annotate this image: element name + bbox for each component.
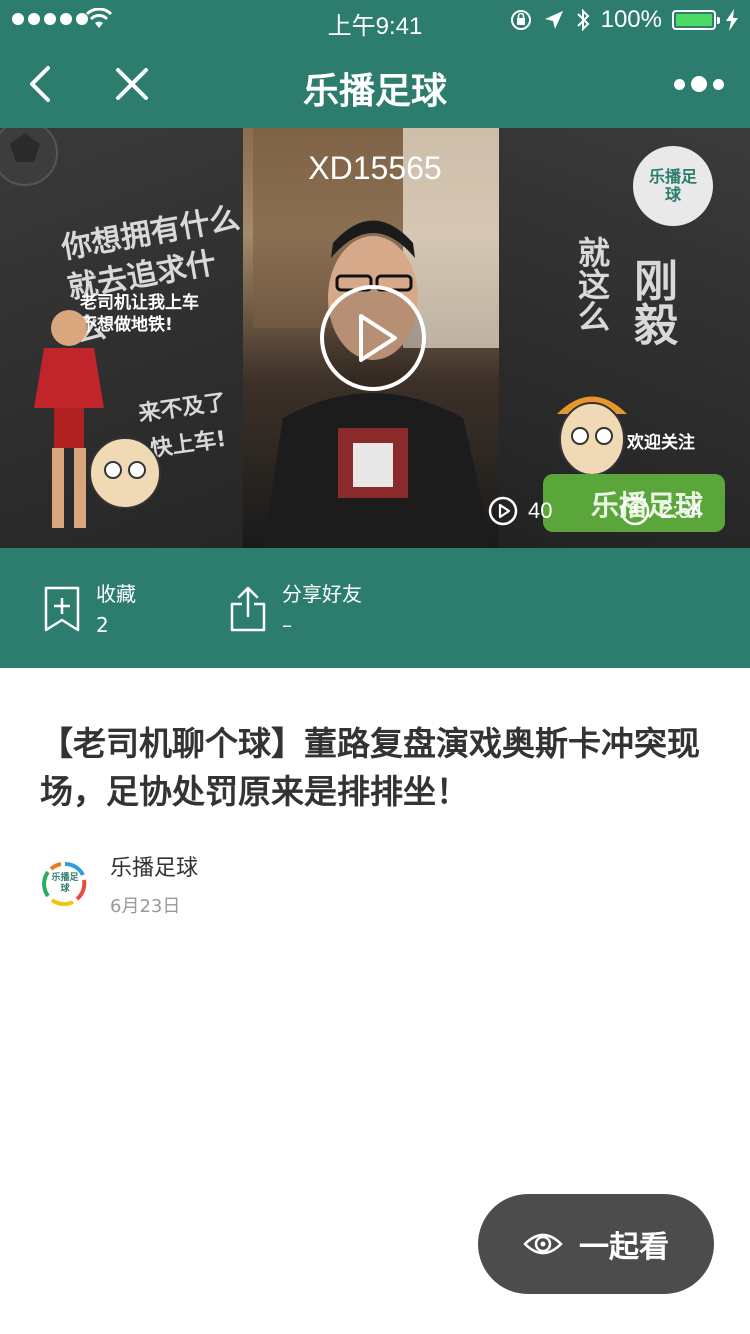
- status-bar: 上午9:41 100%: [0, 0, 750, 40]
- play-circle-icon: [488, 496, 518, 526]
- video-player[interactable]: 你想拥有什么 就去追求什么 老司机让我上车 不想做地铁! 来不及了 快上车! 乐…: [0, 128, 750, 548]
- avatar-text: 乐播足球: [51, 873, 79, 894]
- video-duration: 2:54: [620, 496, 703, 526]
- more-dots-icon[interactable]: [674, 70, 726, 98]
- eye-icon: [523, 1233, 563, 1255]
- publish-date: 6月23日: [110, 896, 181, 917]
- share-label: 分享好友: [282, 582, 362, 606]
- bluetooth-icon: [576, 8, 590, 32]
- collect-label: 收藏: [96, 582, 136, 606]
- orientation-lock-icon: [510, 10, 531, 30]
- watch-together-button[interactable]: 一起看: [478, 1194, 714, 1294]
- video-id-label: XD15565: [308, 150, 442, 186]
- mural-text: 就这么: [573, 236, 611, 332]
- view-count: 40: [488, 496, 552, 526]
- clock-icon: [620, 496, 650, 526]
- page-title: 乐播足球: [302, 71, 447, 112]
- collect-count: 2: [96, 613, 109, 637]
- share-button[interactable]: 分享好友 –: [228, 578, 362, 637]
- battery-icon: [672, 10, 720, 30]
- bookmark-add-icon: [44, 586, 80, 632]
- battery-percent: 100%: [600, 6, 662, 33]
- video-panel-left: 你想拥有什么 就去追求什么 老司机让我上车 不想做地铁! 来不及了 快上车!: [0, 128, 243, 548]
- share-count: –: [282, 613, 292, 637]
- nav-bar: 乐播足球: [0, 40, 750, 128]
- collect-button[interactable]: 收藏 2: [42, 578, 136, 637]
- duration-value: 2:54: [660, 498, 703, 523]
- avatar: 乐播足球: [42, 861, 88, 907]
- author-row[interactable]: 乐播足球 乐播足球 6月23日: [42, 850, 198, 918]
- mural-text: 刚毅: [626, 258, 677, 346]
- author-name: 乐播足球: [110, 856, 199, 881]
- view-count-value: 40: [528, 498, 553, 523]
- cartoon-character-figure: [89, 437, 161, 509]
- action-bar: 收藏 2 分享好友 –: [0, 548, 750, 668]
- charging-bolt-icon: [726, 9, 738, 31]
- location-icon: [544, 11, 563, 29]
- article-headline: 【老司机聊个球】董路复盘演戏奥斯卡冲突现场，足协处罚原来是排排坐！: [40, 724, 700, 811]
- watch-together-label: 一起看: [579, 1230, 669, 1265]
- share-icon: [230, 586, 266, 632]
- mural-text: 欢迎关注: [627, 433, 695, 453]
- play-icon[interactable]: [319, 284, 427, 392]
